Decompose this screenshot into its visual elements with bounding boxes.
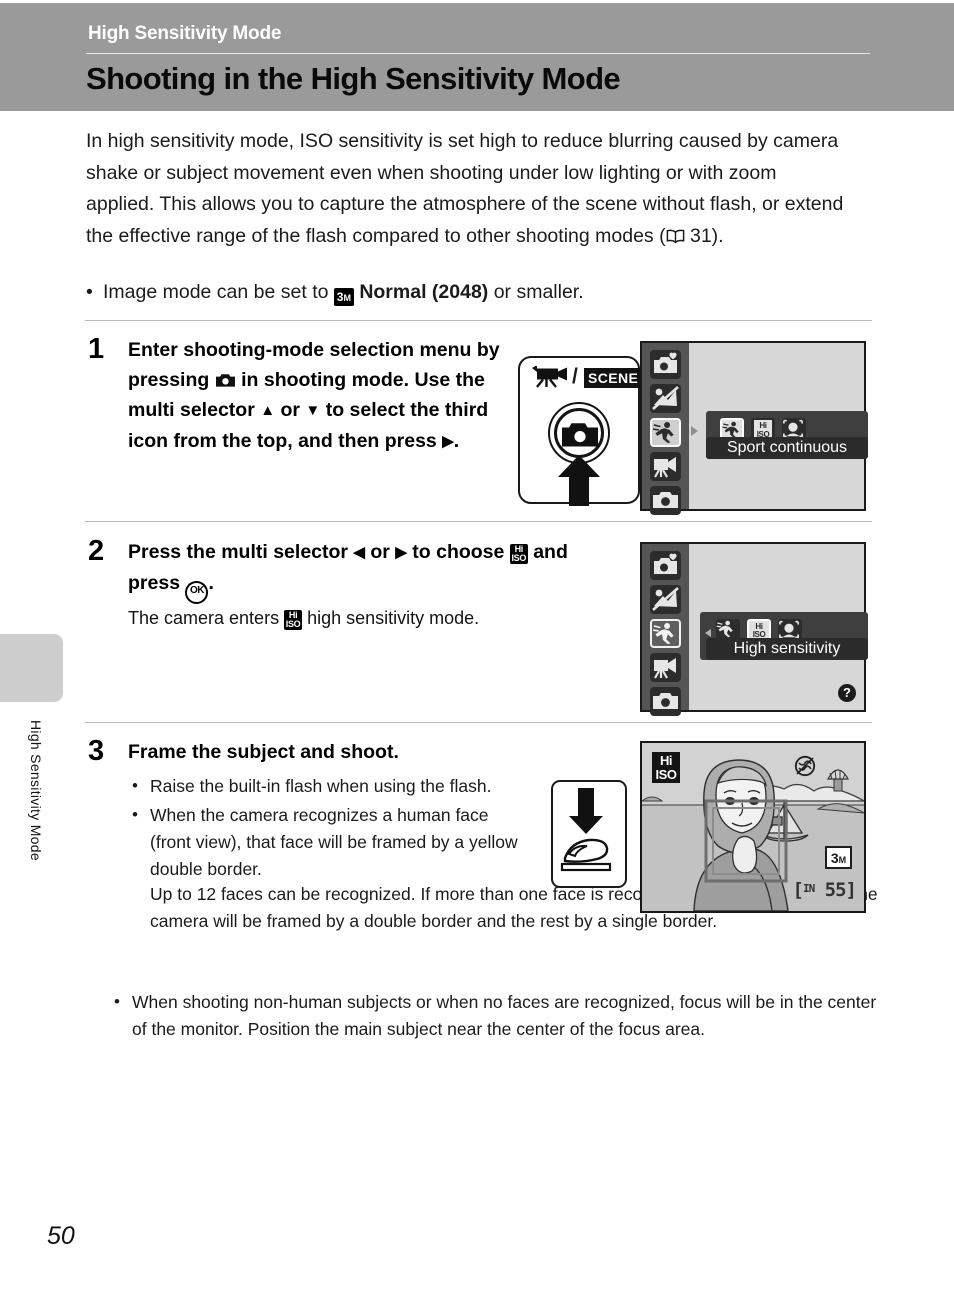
page-title: Shooting in the High Sensitivity Mode (86, 61, 621, 96)
sidebar-icon-sport-running[interactable] (650, 418, 681, 447)
bullet-dot: • (86, 281, 93, 303)
step-2-note-2: high sensitivity mode. (302, 608, 480, 628)
step-2-text-3: to choose (406, 541, 510, 563)
image-mode-3m-icon: 3M (333, 288, 354, 306)
sidebar-icon-portrait-landscape[interactable] (650, 585, 681, 614)
camera-icon (561, 420, 599, 448)
step-2-note: The camera enters Hi ISO high sensitivity… (128, 603, 608, 633)
mode-popup-step1: Hi ISO Sport continuous (706, 411, 868, 459)
shots-remaining-counter: [IN 55] (792, 879, 857, 901)
mode-popup-label-step1: Sport continuous (706, 437, 868, 459)
step-2-text-5: . (208, 572, 214, 594)
scene-mode-label: SCENE (584, 368, 643, 388)
sidebar-icon-movie[interactable] (650, 653, 681, 682)
sidebar-icon-shooting-mode[interactable] (650, 486, 681, 515)
sidebar-icon-movie[interactable] (650, 452, 681, 481)
ok-button-icon: OK (185, 581, 209, 604)
header-section-label: High Sensitivity Mode (88, 23, 282, 44)
step-3-bullets-bottom: When shooting non-human subjects or when… (110, 988, 878, 1045)
badge-line-2: ISO (655, 767, 677, 782)
sidebar-icon-shooting-mode[interactable] (650, 687, 681, 716)
slash-separator: / (572, 365, 578, 388)
step-1-text: Enter shooting-mode selection menu by pr… (128, 335, 503, 457)
mode-popup-step2: Hi ISO High sensitivity (700, 612, 868, 660)
left-triangle-icon: ◀ (353, 544, 365, 561)
intro-text-2: 31). (684, 224, 724, 247)
popup-left-caret-icon (705, 629, 711, 637)
down-triangle-icon: ▼ (305, 402, 321, 419)
lcd-screen-step1: Hi ISO Sport continuous (640, 341, 868, 515)
press-up-arrow-icon (556, 454, 602, 506)
mode-popup-label-step2: High sensitivity (706, 638, 868, 660)
sidebar-icon-portrait-landscape[interactable] (650, 384, 681, 413)
intro-bullet: • Image mode can be set to 3M Normal (204… (86, 277, 846, 307)
list-item: When the camera recognizes a human face … (128, 801, 528, 883)
lcd-screen-step2: Hi ISO High sensitivity ? (640, 542, 868, 716)
memory-label: IN (802, 882, 815, 895)
shots-remaining-value: 55 (824, 879, 847, 901)
right-triangle-icon: ▶ (395, 544, 407, 561)
intro-bullet-text-2: or smaller. (488, 281, 584, 303)
right-triangle-icon: ▶ (442, 433, 454, 450)
sidebar-icon-auto-scene[interactable] (650, 551, 681, 580)
step-2-text-2: or (364, 541, 396, 563)
page-number: 50 (47, 1222, 75, 1250)
high-sensitivity-icon: Hi ISO (509, 543, 528, 564)
mode-button-figure: / SCENE (518, 356, 643, 506)
step-1-text-5: . (453, 430, 460, 452)
sidebar-icon-sport-running[interactable] (650, 619, 681, 648)
lcd-mode-sidebar (642, 343, 698, 515)
vibration-reduction-icon (794, 755, 816, 777)
list-item: Raise the built-in flash when using the … (128, 772, 528, 800)
step-divider-2 (85, 521, 872, 522)
step-divider-3 (85, 722, 872, 723)
list-item: When shooting non-human subjects or when… (110, 988, 878, 1043)
lcd-mode-sidebar (642, 544, 689, 716)
side-tab-label: High Sensitivity Mode (28, 720, 44, 861)
high-sensitivity-badge: Hi ISO (652, 752, 680, 783)
step-2-text-1: Press the multi selector (128, 541, 354, 563)
step-1-text-3: or (275, 399, 306, 421)
high-sensitivity-icon: Hi ISO (284, 609, 303, 630)
page-header-bar: High Sensitivity Mode Shooting in the Hi… (0, 3, 954, 111)
shooting-mode-camera-icon (215, 372, 236, 388)
image-mode-badge: 3M (825, 846, 852, 869)
step-divider-1 (85, 320, 872, 321)
step-3-heading: Frame the subject and shoot. (128, 741, 399, 763)
book-reference-icon (666, 229, 685, 244)
movie-camera-icon (530, 366, 572, 388)
lcd-live-view-step3: Hi ISO 3M [IN 55] (640, 741, 866, 913)
intro-text-1: In high sensitivity mode, ISO sensitivit… (86, 130, 844, 247)
image-mode-number: 3 (830, 850, 839, 866)
sidebar-selection-caret-icon (691, 426, 698, 436)
intro-paragraph: In high sensitivity mode, ISO sensitivit… (86, 126, 846, 252)
shutter-press-finger-icon (560, 788, 612, 872)
step-3-bullets-top: Raise the built-in flash when using the … (128, 772, 528, 885)
shutter-press-figure (551, 780, 627, 888)
step-2-number: 2 (88, 535, 105, 567)
badge-line-1: Hi (660, 753, 673, 768)
up-triangle-icon: ▲ (260, 402, 276, 419)
sidebar-icon-auto-scene[interactable] (650, 350, 681, 379)
step-3-number: 3 (88, 735, 105, 767)
step-2-text: Press the multi selector ◀ or ▶ to choos… (128, 537, 608, 604)
intro-bullet-text-1: Image mode can be set to (103, 281, 334, 303)
side-thumb-tab (0, 634, 63, 702)
image-mode-unit: M (838, 855, 847, 865)
step-2-note-1: The camera enters (128, 608, 285, 628)
step-1-number: 1 (88, 333, 105, 365)
header-divider (86, 53, 870, 54)
intro-bullet-bold: Normal (2048) (359, 281, 489, 303)
help-question-icon[interactable]: ? (838, 684, 856, 702)
